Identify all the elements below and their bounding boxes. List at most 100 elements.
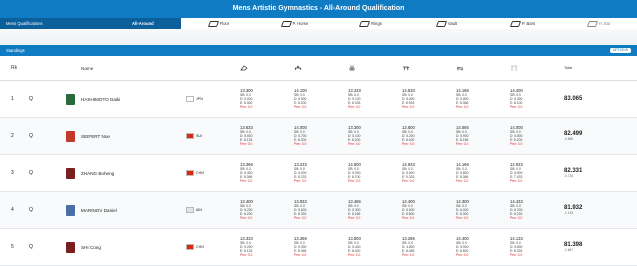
header-background: [0, 29, 637, 45]
apparatus-score[interactable]: 13.633 SB: 0.0 D: 5.500 E: 8.133 Pen: 0.0: [239, 118, 293, 155]
tab-rings[interactable]: Rings: [332, 18, 409, 29]
total-gap: -1.133: [564, 211, 574, 215]
tab-all-around[interactable]: All-Around: [105, 18, 181, 29]
apparatus-score[interactable]: 13.600 SB: 0.0 D: 5.200 E: 8.400 Pen: 0.0: [401, 118, 455, 155]
apparatus-score[interactable]: 14.100 SB: 0.0 D: 5.900 E: 8.200 Pen: 0.0: [293, 81, 347, 118]
penalty: Pen: 0.0: [510, 216, 523, 221]
table-row[interactable]: 4 Q MARINOV Daniel AIN 13.400 SB: 0.0 D: 5.200…: [0, 191, 637, 229]
vault-icon: [435, 20, 447, 27]
apparatus-score[interactable]: 14.933 SB: 0.0 D: 5.600 E: 9.333 Pen: 0.0: [401, 155, 455, 192]
apparatus-score[interactable]: 14.000 SB: 0.0 D: 5.700 E: 8.300 Pen: 0.0: [293, 118, 347, 155]
apparatus-score[interactable]: 14.066 SB: 0.0 D: 5.900 E: 8.166 Pen: 0.0: [455, 118, 509, 155]
total-score: 83.065: [563, 81, 637, 118]
apparatus-score[interactable]: 13.233 SB: 0.0 D: 5.000 E: 8.233 Pen: 0.0: [293, 155, 347, 192]
apparatus-score[interactable]: 13.466 SB: 0.0 D: 5.300 E: 8.166 Pen: 0.0: [347, 192, 401, 229]
penalty: Pen: 0.0: [240, 179, 253, 184]
apparatus-score[interactable]: 13.800 SB: 0.0 D: 5.400 E: 8.400 Pen: 0.0: [347, 229, 401, 266]
floor-icon: [207, 20, 219, 27]
total-score: 81.932 -1.133: [563, 192, 637, 229]
penalty: Pen: 0.0: [456, 105, 469, 110]
apparatus-score[interactable]: 14.533 SB: 0.0 D: 5.600 E: 8.933 Pen: 0.0: [401, 81, 455, 118]
apparatus-score[interactable]: 14.400 SB: 0.0 D: 6.300 E: 8.100 Pen: 0.0: [509, 81, 563, 118]
avatar: [65, 192, 78, 229]
penalty: Pen: 0.0: [456, 216, 469, 221]
table-row[interactable]: 5 Q SHI Cong CHN 13.333 SB: 0.0 D: 5.200 E: 8.1…: [0, 229, 637, 266]
qualified-mark: Q: [29, 133, 33, 139]
floor-header: [239, 56, 293, 81]
apparatus-score[interactable]: 13.400 SB: 0.0 D: 5.200 E: 8.200 Pen: 0.0: [239, 192, 293, 229]
apparatus-score[interactable]: 14.300 SB: 0.0 D: 6.000 E: 8.300 Pen: 0.0: [455, 192, 509, 229]
apparatus-score[interactable]: 14.433 SB: 0.0 D: 6.200 E: 8.233 Pen: 0.0: [509, 192, 563, 229]
penalty: Pen: 0.0: [510, 105, 523, 110]
photo-header: [65, 56, 78, 81]
pommel-horse-header: [293, 56, 347, 81]
apparatus-score[interactable]: 13.433 SB: 0.0 D: 5.100 E: 8.333 Pen: 0.0: [347, 81, 401, 118]
apparatus-score[interactable]: 14.600 SB: 0.0 D: 5.900 E: 8.700 Pen: 0.0: [347, 155, 401, 192]
apparatus-score[interactable]: 13.300 SB: 0.0 D: 5.100 E: 8.200 Pen: 0.0: [347, 118, 401, 155]
apparatus-score[interactable]: 13.366 SB: 0.0 D: 5.300 E: 8.066 Pen: 0.0: [239, 155, 293, 192]
athlete-name[interactable]: HASHIMOTO Daiki: [78, 81, 185, 118]
penalty: Pen: 0.0: [294, 216, 307, 221]
flag-icon: [186, 244, 194, 250]
floor-icon: [240, 65, 248, 71]
tab-label: Rings: [371, 21, 382, 26]
athlete-name[interactable]: ZHANG Boheng: [78, 155, 185, 192]
noc-cell: JPN: [185, 81, 239, 118]
apparatus-score[interactable]: 12.933 SB: 0.0 D: 5.500 E: 7.433 Pen: 0.0: [509, 155, 563, 192]
qual-header: [28, 56, 65, 81]
options-button[interactable]: OPTIONS: [609, 48, 631, 53]
penalty: Pen: 0.0: [510, 253, 523, 258]
apparatus-score[interactable]: 14.000 SB: 0.0 D: 5.800 E: 8.200 Pen: 0.0: [509, 118, 563, 155]
vault-icon: [403, 66, 410, 71]
avatar: [65, 118, 78, 155]
parallel-bars-icon: [509, 20, 521, 27]
apparatus-score[interactable]: 13.266 SB: 0.0 D: 4.800 E: 8.466 Pen: 0.0: [401, 229, 455, 266]
rings-icon: [358, 20, 371, 27]
penalty: Pen: 0.0: [294, 142, 307, 147]
apparatus-score[interactable]: 13.366 SB: 0.0 D: 5.300 E: 8.066 Pen: 0.0: [293, 229, 347, 266]
penalty: Pen: 0.0: [348, 253, 361, 258]
event-nav: Mens Qualifications All-Around Floor P. …: [0, 18, 637, 29]
table-header-row: Rk Name Total: [0, 56, 637, 81]
tab-pommel-horse[interactable]: P. Horse: [256, 18, 333, 29]
penalty: Pen: 0.0: [240, 216, 253, 221]
apparatus-score[interactable]: 14.166 SB: 0.0 D: 5.800 E: 8.366 Pen: 0.0: [455, 81, 509, 118]
noc-cell: SUI: [185, 118, 239, 155]
penalty: Pen: 0.0: [510, 179, 523, 184]
athlete-photo: [66, 241, 75, 253]
tab-label: Mens Qualifications: [6, 21, 43, 26]
tab-high-bar[interactable]: H. Bar: [561, 18, 637, 29]
athlete-name[interactable]: SHI Cong: [78, 229, 185, 266]
tab-vault[interactable]: Vault: [408, 18, 485, 29]
table-row[interactable]: 3 Q ZHANG Boheng CHN 13.366 SB: 0.0 D: 5.300 E:…: [0, 155, 637, 192]
table-row[interactable]: 1 Q HASHIMOTO Daiki JPN 13.300 SB: 0.0 D: 5.00…: [0, 81, 637, 118]
parallel-bars-icon: [456, 66, 464, 71]
apparatus-score[interactable]: 13.300 SB: 0.0 D: 5.000 E: 8.300 Pen: 0.0: [239, 81, 293, 118]
total-gap: -1.667: [564, 248, 574, 252]
tab-floor[interactable]: Floor: [180, 18, 257, 29]
total-score: 82.499 -0.566: [563, 118, 637, 155]
total-gap: -0.734: [564, 174, 574, 178]
athlete-name[interactable]: SEIFERT Noe: [78, 118, 185, 155]
penalty: Pen: 0.0: [294, 253, 307, 258]
avatar: [65, 155, 78, 192]
penalty: Pen: 0.0: [348, 179, 361, 184]
tab-mens-qualifications[interactable]: Mens Qualifications: [0, 18, 105, 29]
apparatus-score[interactable]: 13.333 SB: 0.0 D: 5.200 E: 8.133 Pen: 0.0: [239, 229, 293, 266]
apparatus-score[interactable]: 14.166 SB: 0.0 D: 5.800 E: 8.366 Pen: 0.0: [455, 155, 509, 192]
pommel-horse-icon: [280, 20, 292, 27]
penalty: Pen: 0.0: [240, 142, 253, 147]
pommel-horse-icon: [294, 65, 302, 71]
apparatus-score[interactable]: 14.400 SB: 0.0 D: 5.900 E: 8.500 Pen: 0.0: [455, 229, 509, 266]
results-table: Rk Name Total 1 Q HASHIMOTO Daiki JPN 13.300…: [0, 56, 637, 266]
tab-parallel-bars[interactable]: P. Bars: [484, 18, 562, 29]
apparatus-score[interactable]: 14.133 SB: 0.0 D: 5.800 E: 8.333 Pen: 0.0: [509, 229, 563, 266]
tab-label: Floor: [219, 21, 230, 26]
tab-label: P. Horse: [292, 21, 309, 26]
apparatus-score[interactable]: 14.400 SB: 0.0 D: 5.600 E: 8.800 Pen: 0.0: [401, 192, 455, 229]
table-row[interactable]: 2 Q SEIFERT Noe SUI 13.633 SB: 0.0 D: 5.500 E: …: [0, 117, 637, 155]
tab-label: Vault: [447, 21, 458, 26]
apparatus-score[interactable]: 13.933 SB: 0.0 D: 5.600 E: 8.333 Pen: 0.0: [293, 192, 347, 229]
penalty: Pen: 0.0: [348, 142, 361, 147]
athlete-name[interactable]: MARINOV Daniel: [78, 192, 185, 229]
